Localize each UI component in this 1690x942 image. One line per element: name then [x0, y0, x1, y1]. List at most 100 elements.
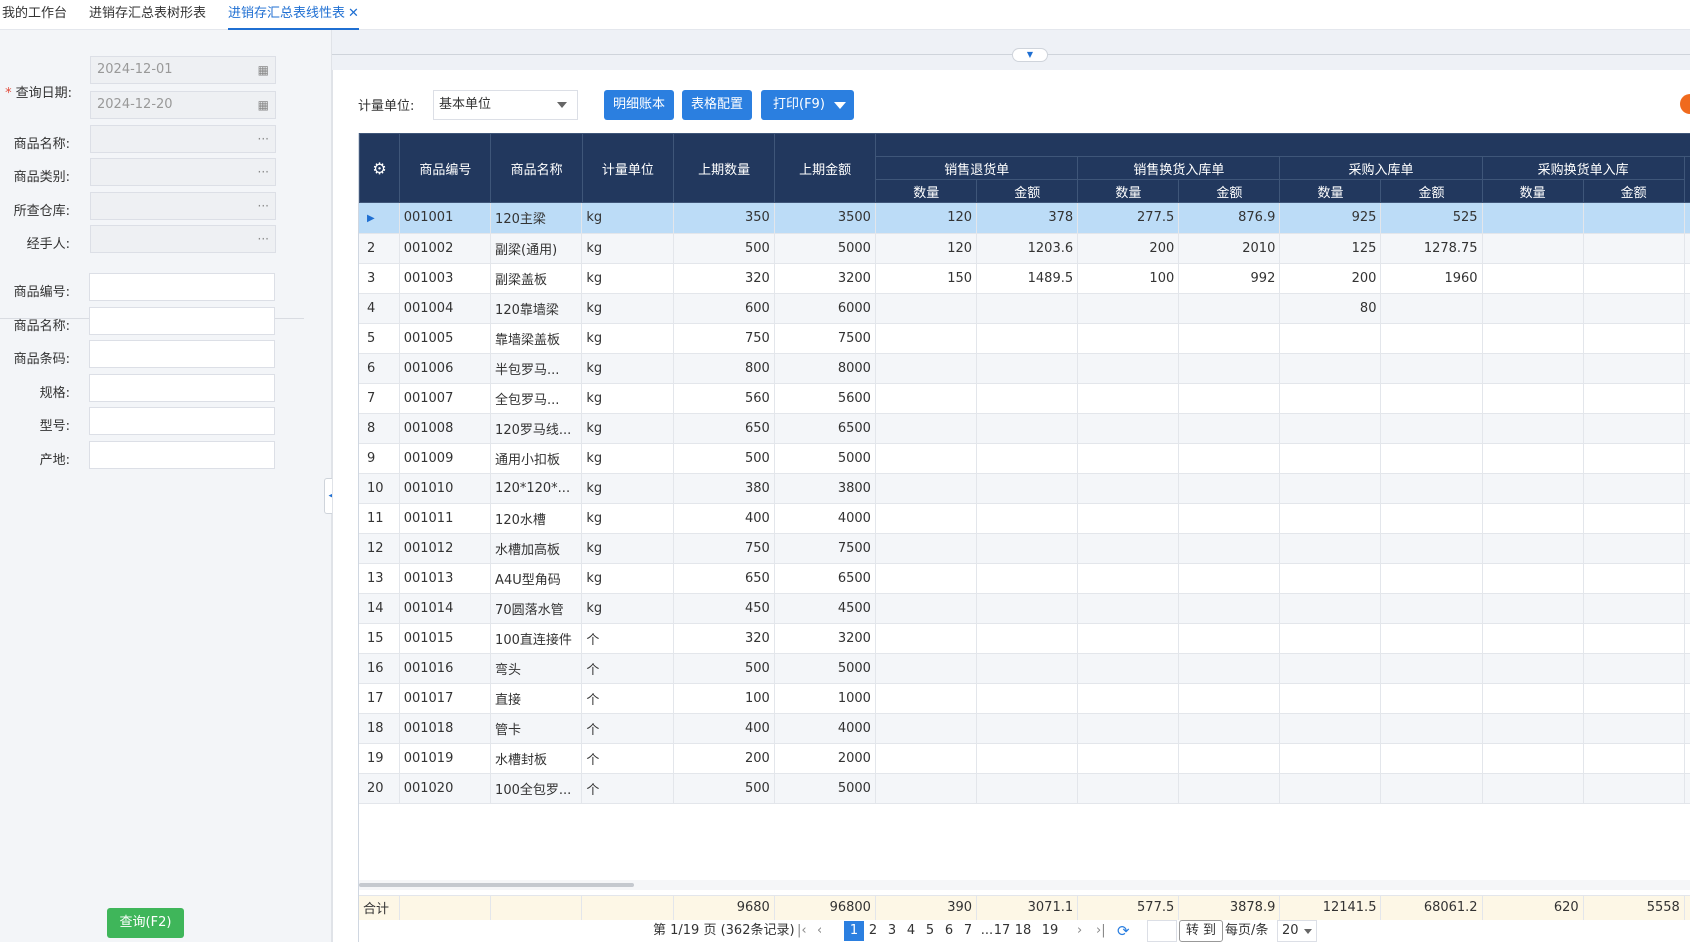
header-amt[interactable]: 金额	[1178, 179, 1281, 203]
name-input[interactable]	[89, 307, 275, 335]
per-page-select[interactable]: 20	[1277, 920, 1317, 942]
spec-input[interactable]	[89, 374, 275, 402]
page-number[interactable]: 17	[993, 921, 1011, 941]
summary-cell: 12141.5	[1279, 895, 1382, 920]
more-icon[interactable]: ···	[258, 126, 269, 152]
table-row[interactable]: 13 001013 A4U型角码 kg 650 6500	[359, 563, 1690, 594]
page-number[interactable]: 5	[921, 921, 939, 941]
last-page-icon[interactable]: ›|	[1096, 920, 1106, 942]
page-number[interactable]: 1	[844, 921, 864, 941]
table-row[interactable]: 7 001007 全包罗马... kg 560 5600	[359, 383, 1690, 414]
cell-prev-amt: 6500	[774, 413, 876, 444]
goto-page-input[interactable]	[1147, 920, 1177, 942]
table-row[interactable]: 17 001017 直接个 100 1000	[359, 683, 1690, 714]
header-name[interactable]: 商品名称	[490, 133, 583, 203]
cell-c5	[1279, 533, 1382, 564]
table-row[interactable]: 5 001005 靠墙梁盖板 kg 750 7500	[359, 323, 1690, 354]
cell-prev-qty: 800	[673, 353, 775, 384]
table-row[interactable]: 3 001003 副梁盖板 kg 320 3200 150 1489.5 100 992 200 19…	[359, 263, 1690, 294]
barcode-input[interactable]	[89, 340, 275, 368]
table-row[interactable]: 4 001004 120靠墙梁 kg 600 6000 80	[359, 293, 1690, 324]
cell-c1: 120	[875, 233, 978, 264]
page-number[interactable]: 3	[883, 921, 901, 941]
cell-c1	[875, 653, 978, 684]
more-icon[interactable]: ···	[258, 193, 269, 219]
header-amt[interactable]: 金额	[1582, 179, 1685, 203]
product-name-picker[interactable]: ···	[90, 125, 276, 153]
search-button[interactable]: 查询(F2)	[107, 908, 184, 938]
cell-c1	[875, 533, 978, 564]
table-row[interactable]: 8 001008 120罗马线... kg 650 6500	[359, 413, 1690, 444]
scrollbar-thumb[interactable]	[359, 883, 634, 887]
page-number[interactable]: 19	[1041, 921, 1059, 941]
chevron-down-icon[interactable]	[834, 102, 846, 109]
header-amt[interactable]: 金额	[1380, 179, 1483, 203]
header-qty[interactable]: 数量	[1481, 179, 1584, 203]
table-row[interactable]: 20 001020 100全包罗... 个 500 5000	[359, 773, 1690, 804]
unit-select[interactable]: 基本单位	[433, 90, 578, 120]
table-row[interactable]: 6 001006 半包罗马... kg 800 8000	[359, 353, 1690, 384]
first-page-icon[interactable]: |‹	[797, 920, 807, 942]
warehouse-picker[interactable]: ···	[90, 192, 276, 220]
cell-c4	[1178, 683, 1281, 714]
next-page-icon[interactable]: ›	[1077, 920, 1082, 942]
date-end-field[interactable]: 2024-12-20 ▦	[90, 91, 276, 119]
table-row[interactable]: 9 001009 通用小扣板 kg 500 5000	[359, 443, 1690, 474]
table-config-button[interactable]: 表格配置	[682, 90, 752, 120]
more-icon[interactable]: ···	[258, 159, 269, 185]
settings-cell[interactable]: ⚙	[359, 133, 401, 203]
table-row[interactable]: 14 001014 70圆落水管 kg 450 4500	[359, 593, 1690, 624]
cell-overflow	[1684, 353, 1690, 384]
table-row[interactable]: ▶ 001001 120主梁 kg 350 3500 120 378 277.5 876.9 925…	[359, 203, 1690, 234]
tab-tree-report[interactable]: 进销存汇总表树形表	[89, 0, 206, 30]
table-row[interactable]: 16 001016 弯头个 500 5000	[359, 653, 1690, 684]
header-qty[interactable]: 数量	[875, 179, 978, 203]
header-code[interactable]: 商品编号	[399, 133, 492, 203]
date-end-value: 2024-12-20	[97, 97, 173, 112]
table-row[interactable]: 19 001019 水槽封板个 200 2000	[359, 743, 1690, 774]
header-unit[interactable]: 计量单位	[581, 133, 675, 203]
page-number[interactable]: 4	[902, 921, 920, 941]
prev-page-icon[interactable]: ‹	[817, 920, 822, 942]
horizontal-scrollbar[interactable]	[359, 880, 1690, 890]
table-row[interactable]: 11 001011 120水槽 kg 400 4000	[359, 503, 1690, 534]
goto-button[interactable]: 转 到	[1179, 920, 1223, 942]
tab-linear-report[interactable]: 进销存汇总表线性表 ✕	[228, 0, 359, 30]
more-icon[interactable]: ···	[258, 226, 269, 252]
cell-c2	[976, 683, 1079, 714]
status-dot[interactable]	[1680, 94, 1690, 114]
chevron-down-icon[interactable]: ▼	[1012, 48, 1048, 62]
chevron-down-icon	[557, 102, 567, 108]
handler-picker[interactable]: ···	[90, 225, 276, 253]
calendar-icon[interactable]: ▦	[258, 92, 269, 118]
date-start-field[interactable]: 2024-12-01 ▦	[90, 56, 276, 84]
print-button[interactable]: 打印(F9)	[761, 90, 854, 120]
header-qty[interactable]: 数量	[1279, 179, 1382, 203]
header-prev-qty[interactable]: 上期数量	[673, 133, 776, 203]
calendar-icon[interactable]: ▦	[258, 57, 269, 83]
header-prev-amt[interactable]: 上期金额	[774, 133, 877, 203]
detail-ledger-button[interactable]: 明细账本	[604, 90, 674, 120]
category-picker[interactable]: ···	[90, 158, 276, 186]
refresh-icon[interactable]: ⟳	[1117, 920, 1130, 942]
page-number[interactable]: 7	[959, 921, 977, 941]
table-row[interactable]: 15 001015 100直连接件个 320 3200	[359, 623, 1690, 654]
code-input[interactable]	[89, 273, 275, 301]
cell-code: 001001	[399, 203, 492, 234]
table-row[interactable]: 12 001012 水槽加高板 kg 750 7500	[359, 533, 1690, 564]
close-icon[interactable]: ✕	[348, 6, 359, 21]
model-input[interactable]	[89, 407, 275, 435]
page-number[interactable]: 2	[864, 921, 882, 941]
row-number: 20	[359, 773, 400, 804]
origin-input[interactable]	[89, 441, 275, 469]
tab-workbench[interactable]: 我的工作台	[2, 0, 67, 30]
header-amt[interactable]: 金额	[976, 179, 1079, 203]
table-row[interactable]: 2 001002 副梁(通用) kg 500 5000 120 1203.6 200 2010 12…	[359, 233, 1690, 264]
table-row[interactable]: 18 001018 管卡个 400 4000	[359, 713, 1690, 744]
grid-body: ▶ 001001 120主梁 kg 350 3500 120 378 277.5 876.9 925…	[359, 203, 1690, 804]
gear-icon[interactable]: ⚙	[372, 159, 386, 178]
page-number[interactable]: 6	[940, 921, 958, 941]
table-row[interactable]: 10 001010 120*120*... kg 380 3800	[359, 473, 1690, 504]
page-number[interactable]: 18	[1014, 921, 1032, 941]
header-qty[interactable]: 数量	[1077, 179, 1180, 203]
